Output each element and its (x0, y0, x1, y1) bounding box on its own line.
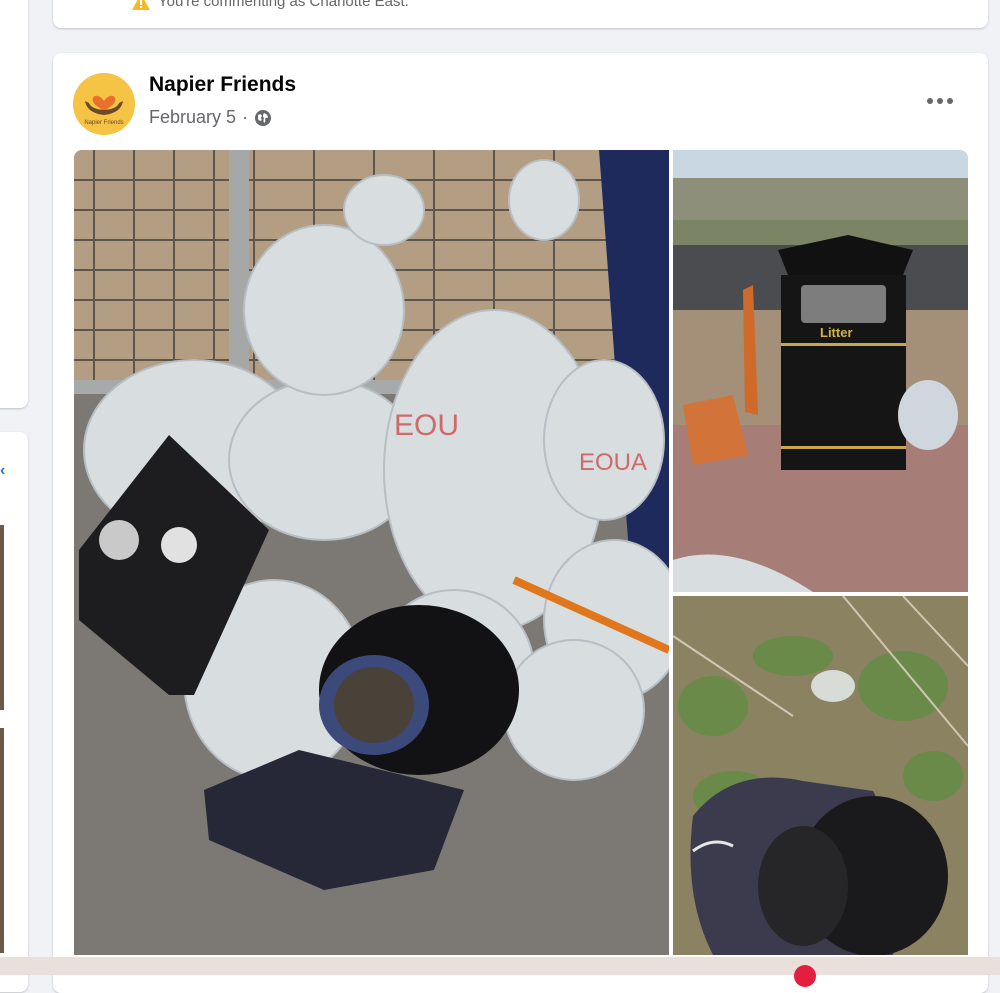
post-date[interactable]: February 5 (149, 107, 236, 128)
litter-bin-photo: Litter (673, 150, 968, 592)
side-card-fragment (0, 0, 28, 408)
globe-icon[interactable] (254, 109, 272, 127)
side-card-fragment (0, 432, 28, 992)
chevron-left-icon[interactable]: ‹ (0, 462, 5, 480)
page-name[interactable]: Napier Friends (149, 73, 296, 97)
bottom-bar (0, 957, 1000, 975)
rubbish-bags-photo: EOU EOUA (74, 150, 669, 955)
post-photo-helmet[interactable] (673, 596, 968, 955)
more-options-button[interactable] (920, 85, 960, 117)
commenting-as-notice: You're commenting as Charlotte East. (132, 0, 409, 10)
more-options-icon (927, 98, 953, 104)
helmet-bag-photo (673, 596, 968, 955)
avatar-caption: Napier Friends (84, 120, 124, 126)
page-avatar[interactable]: Napier Friends (73, 73, 135, 135)
notification-badge[interactable] (794, 965, 816, 987)
bin-litter-sign: Litter (820, 325, 853, 340)
side-thumbnail[interactable] (0, 728, 4, 953)
side-thumbnail[interactable] (0, 525, 4, 710)
svg-text:EOU: EOU (394, 409, 459, 442)
post-meta: February 5 · (149, 107, 272, 128)
warning-icon (132, 0, 150, 10)
commenting-as-text: You're commenting as Charlotte East. (158, 0, 409, 10)
meta-separator: · (242, 107, 249, 127)
post-photo-bin[interactable]: Litter (673, 150, 968, 592)
svg-text:EOUA: EOUA (579, 449, 647, 476)
post-photo-main[interactable]: EOU EOUA (74, 150, 669, 955)
